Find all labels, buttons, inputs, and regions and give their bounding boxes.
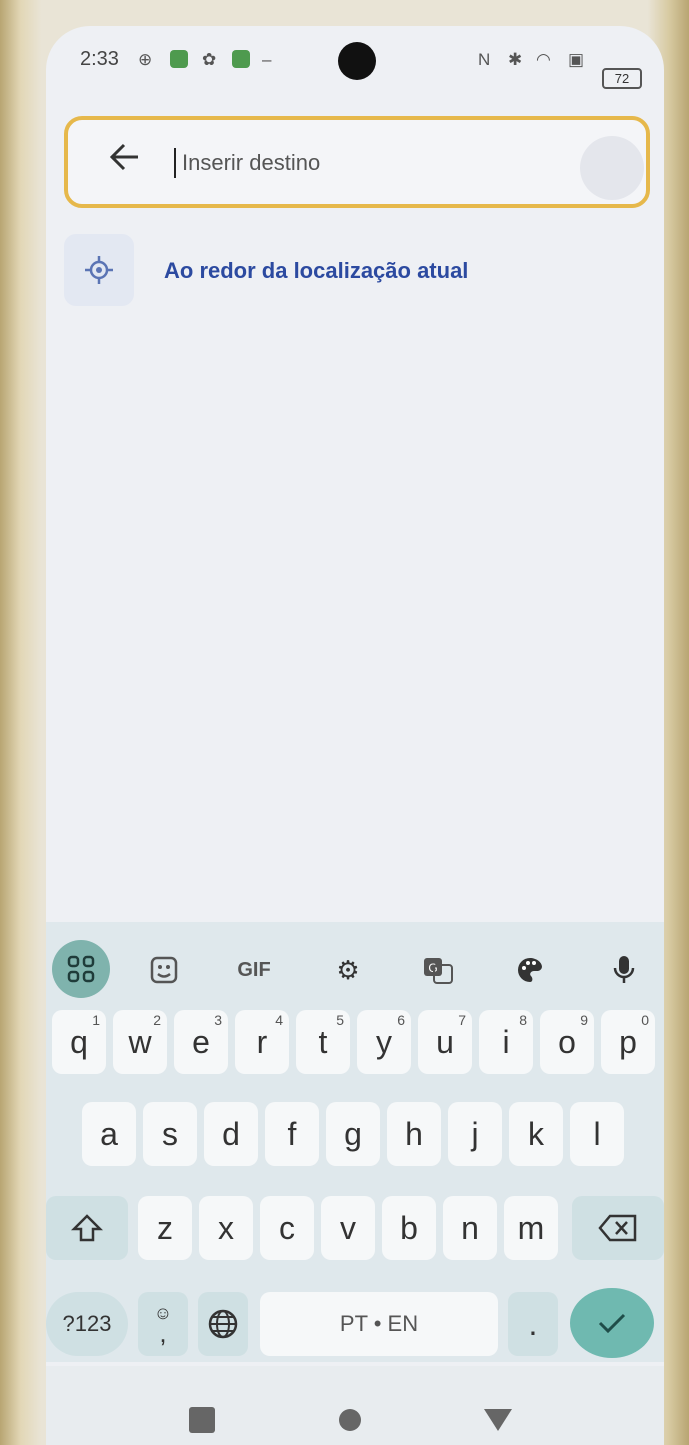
key-letter: u	[436, 1023, 454, 1060]
front-camera	[338, 42, 376, 80]
key-z[interactable]: z	[138, 1196, 192, 1260]
key-g[interactable]: g	[326, 1102, 380, 1166]
key-c[interactable]: c	[260, 1196, 314, 1260]
key-m[interactable]: m	[504, 1196, 558, 1260]
key-number-hint: 8	[519, 1012, 527, 1028]
apps-grid-icon[interactable]	[52, 940, 110, 998]
key-y[interactable]: y6	[357, 1010, 411, 1074]
key-u[interactable]: u7	[418, 1010, 472, 1074]
key-e[interactable]: e3	[174, 1010, 228, 1074]
key-number-hint: 2	[153, 1012, 161, 1028]
microphone-icon[interactable]	[594, 942, 654, 998]
key-number-hint: 0	[641, 1012, 649, 1028]
key-o[interactable]: o9	[540, 1010, 594, 1074]
key-w[interactable]: w2	[113, 1010, 167, 1074]
text-cursor	[174, 148, 176, 178]
nfc-icon: Ν	[478, 50, 491, 69]
key-number-hint: 3	[214, 1012, 222, 1028]
key-i[interactable]: i8	[479, 1010, 533, 1074]
backspace-key[interactable]	[572, 1196, 664, 1260]
key-n[interactable]: n	[443, 1196, 497, 1260]
bug-icon: ✿	[202, 50, 217, 69]
battery-indicator: 72	[602, 68, 642, 89]
key-q[interactable]: q1	[52, 1010, 106, 1074]
phone-screen: 2:33 ⊕ ✿ – Ν ✱ ◠ ▣ 72 Ao redor da loca	[46, 26, 664, 1445]
key-letter: e	[192, 1023, 210, 1060]
back-arrow-icon	[109, 143, 138, 171]
translate-icon[interactable]: G	[408, 942, 468, 998]
suggestion-current-location[interactable]: Ao redor da localização atual	[64, 234, 624, 310]
key-v[interactable]: v	[321, 1196, 375, 1260]
no-signal-icon: ▣	[568, 50, 585, 69]
key-number-hint: 5	[336, 1012, 344, 1028]
key-k[interactable]: k	[509, 1102, 563, 1166]
globe-icon[interactable]	[198, 1292, 248, 1356]
period-key[interactable]: .	[508, 1292, 558, 1356]
key-h[interactable]: h	[387, 1102, 441, 1166]
gif-button[interactable]: GIF	[224, 942, 284, 998]
keyboard-toolbar: GIF ⚙ G	[46, 930, 664, 1006]
key-s[interactable]: s	[143, 1102, 197, 1166]
key-letter: r	[256, 1023, 268, 1060]
more-icon: –	[262, 50, 272, 69]
key-r[interactable]: r4	[235, 1010, 289, 1074]
symbols-key[interactable]: ?123	[46, 1292, 128, 1356]
destination-search-bar	[64, 116, 650, 208]
key-number-hint: 7	[458, 1012, 466, 1028]
crosshair-icon	[64, 234, 134, 306]
key-letter: p	[619, 1023, 637, 1060]
key-d[interactable]: d	[204, 1102, 258, 1166]
key-number-hint: 6	[397, 1012, 405, 1028]
space-bar[interactable]: PT • EN	[260, 1292, 498, 1356]
emoji-comma-key[interactable]: ☺ ,	[138, 1292, 188, 1356]
enter-check-key[interactable]	[570, 1288, 654, 1358]
key-letter: q	[70, 1023, 88, 1060]
key-a[interactable]: a	[82, 1102, 136, 1166]
status-time: 2:33	[80, 48, 119, 70]
key-l[interactable]: l	[570, 1102, 624, 1166]
key-row-4: ?123 ☺ , PT • EN .	[46, 1288, 664, 1364]
sticker-icon[interactable]	[134, 942, 194, 998]
wifi-icon: ◠	[536, 50, 551, 69]
system-nav-bar	[46, 1366, 664, 1445]
key-j[interactable]: j	[448, 1102, 502, 1166]
bluetooth-icon: ✱	[508, 50, 523, 69]
app-notification-icon	[232, 50, 250, 73]
key-row-3: zxcvbnm	[46, 1196, 664, 1268]
key-row-2: asdfghjkl	[46, 1102, 664, 1174]
home-circle-icon[interactable]	[328, 1398, 372, 1442]
shift-key[interactable]	[46, 1196, 128, 1260]
key-t[interactable]: t5	[296, 1010, 350, 1074]
comma-label: ,	[159, 1318, 167, 1348]
app-notification-icon	[170, 50, 188, 73]
key-p[interactable]: p0	[601, 1010, 655, 1074]
key-number-hint: 4	[275, 1012, 283, 1028]
settings-icon[interactable]: ⚙	[318, 942, 378, 998]
key-letter: o	[558, 1023, 576, 1060]
back-triangle-icon[interactable]	[476, 1398, 520, 1442]
profile-circle-button[interactable]	[580, 136, 644, 200]
key-letter: i	[502, 1023, 510, 1060]
key-b[interactable]: b	[382, 1196, 436, 1260]
key-x[interactable]: x	[199, 1196, 253, 1260]
key-row-1: q1w2e3r4t5y6u7i8o9p0	[46, 1010, 664, 1082]
suggestion-label: Ao redor da localização atual	[164, 258, 469, 283]
key-number-hint: 1	[92, 1012, 100, 1028]
key-f[interactable]: f	[265, 1102, 319, 1166]
key-number-hint: 9	[580, 1012, 588, 1028]
palette-icon[interactable]	[500, 942, 560, 998]
back-arrow-icon[interactable]	[100, 136, 150, 190]
destination-input[interactable]	[182, 144, 542, 182]
recents-square-icon[interactable]	[180, 1398, 224, 1442]
key-letter: w	[128, 1023, 152, 1060]
location-icon: ⊕	[138, 50, 153, 69]
key-letter: t	[318, 1023, 328, 1060]
check-icon	[598, 1313, 626, 1334]
key-letter: y	[376, 1023, 392, 1060]
